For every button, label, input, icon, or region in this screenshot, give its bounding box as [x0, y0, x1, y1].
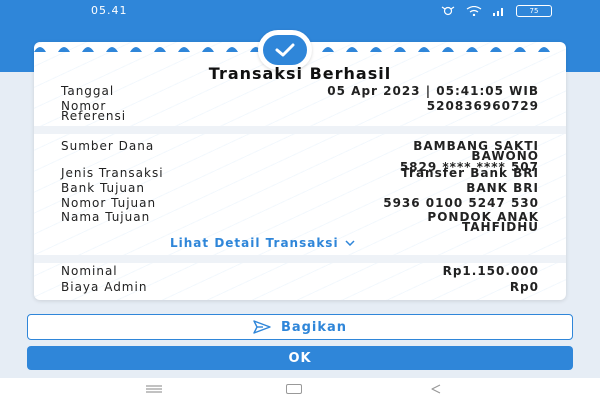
admin-fee-label: Biaya Admin	[61, 280, 148, 294]
section-divider	[34, 126, 566, 134]
view-detail-link[interactable]: Lihat Detail Transaksi	[170, 236, 355, 250]
wifi-icon	[466, 6, 482, 16]
dest-name-label: Nama Tujuan	[61, 210, 151, 224]
chevron-down-icon	[345, 240, 355, 246]
share-button[interactable]: Bagikan	[27, 314, 573, 340]
reference-value: 520836960729	[426, 99, 539, 113]
back-icon[interactable]	[430, 384, 442, 394]
share-label: Bagikan	[280, 319, 348, 335]
source-label: Sumber Dana	[61, 139, 155, 153]
date-value: 05 Apr 2023 | 05:41:05 WIB	[327, 84, 539, 98]
nominal-label: Nominal	[61, 264, 118, 278]
type-value: Transfer Bank BRI	[401, 166, 539, 180]
system-nav-bar	[0, 378, 600, 400]
home-icon[interactable]	[286, 384, 302, 394]
bank-value: BANK BRI	[466, 181, 539, 195]
battery-icon: 75	[516, 5, 552, 17]
view-detail-label: Lihat Detail Transaksi	[170, 236, 339, 250]
send-icon	[253, 320, 271, 334]
dest-number-value: 5936 0100 5247 530	[383, 196, 539, 210]
reference-label-2: Referensi	[61, 109, 127, 123]
section-divider	[34, 255, 566, 263]
nominal-value: Rp1.150.000	[442, 264, 539, 278]
admin-fee-value: Rp0	[509, 280, 539, 294]
dest-name-2: TAHFIDHU	[462, 220, 539, 234]
recent-apps-icon[interactable]	[145, 384, 163, 394]
signal-icon	[493, 8, 503, 16]
status-time: 05.41	[91, 4, 128, 17]
alarm-icon	[441, 6, 455, 16]
bank-label: Bank Tujuan	[61, 181, 145, 195]
dest-number-label: Nomor Tujuan	[61, 196, 157, 210]
status-icons: 75	[440, 5, 552, 17]
page-title: Transaksi Berhasil	[208, 64, 392, 83]
type-label: Jenis Transaksi	[61, 166, 164, 180]
date-label: Tanggal	[61, 84, 115, 98]
ok-button[interactable]: OK	[27, 346, 573, 370]
status-bar: 05.41 75	[0, 0, 600, 22]
check-icon	[275, 43, 295, 57]
ok-label: OK	[288, 350, 312, 366]
